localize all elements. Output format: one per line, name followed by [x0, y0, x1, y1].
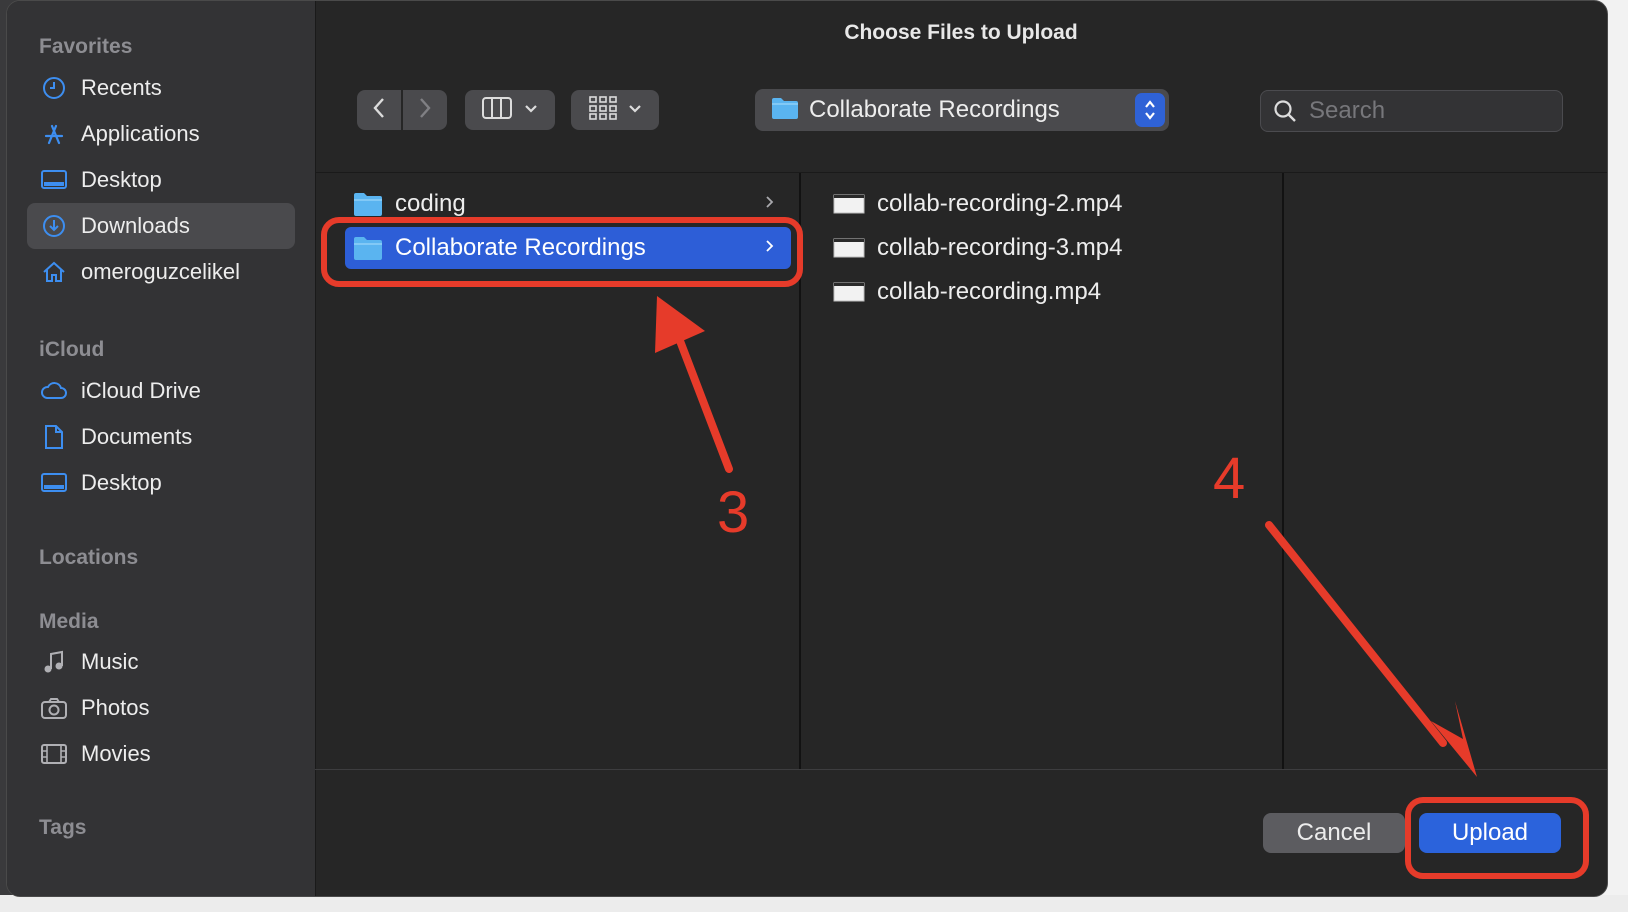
arrow-step-3-shaft: [673, 329, 733, 473]
file-upload-dialog: Favorites Recents Applications Desktop D…: [6, 0, 1608, 897]
annotation-arrows: [655, 296, 1477, 777]
annotation-step-3: 3: [717, 480, 750, 545]
annotation-step-4: 4: [1213, 446, 1246, 511]
arrow-step-4-shaft: [1265, 521, 1447, 747]
background-window-bottom: [0, 895, 1628, 912]
